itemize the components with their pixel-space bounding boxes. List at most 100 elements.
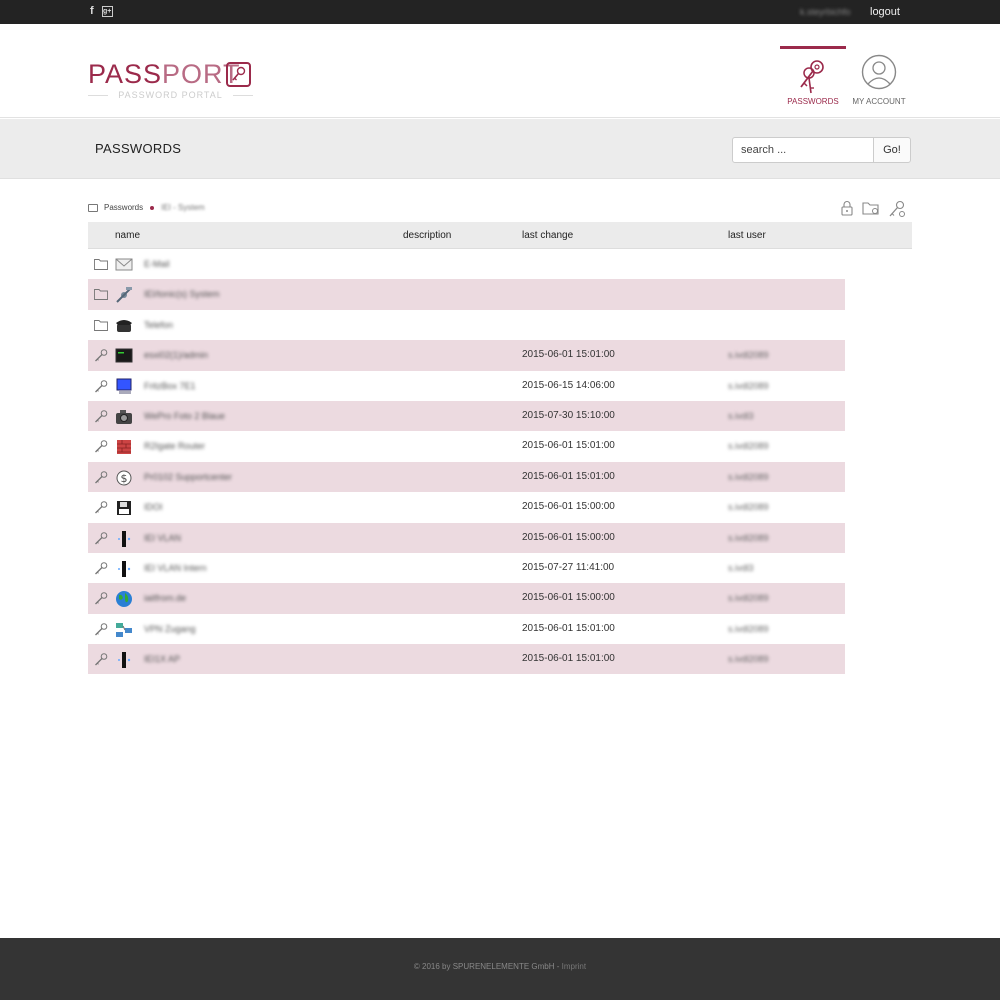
table-row[interactable]: VPN Zugang 2015-06-01 15:01:00 s.ivdl2089 (88, 613, 845, 645)
row-key-indicator (94, 410, 108, 426)
row-key-indicator (94, 592, 108, 608)
key-icon (95, 622, 108, 636)
folder-icon (94, 319, 108, 331)
table-row[interactable]: IEI/tonic(s) System (88, 279, 845, 310)
nav-my-account[interactable]: MY ACCOUNT (846, 46, 912, 118)
row-name[interactable]: IEI VLAN (144, 533, 181, 543)
table-row[interactable]: IDOI 2015-06-01 15:00:00 s.ivdl2089 (88, 492, 845, 523)
network-icon (114, 620, 134, 638)
row-key-indicator (94, 470, 108, 487)
top-bar: f g+ k.steyrbichfo logout (0, 0, 1000, 24)
logo-wordmark: PASSPORT (88, 59, 241, 89)
row-name[interactable]: esxi02(1)/admin (144, 350, 208, 360)
row-name[interactable]: IDOI (144, 502, 163, 512)
row-key-indicator (94, 501, 108, 517)
footer-copyright: © 2016 by SPURENELEMENTE GmbH - (413, 962, 562, 971)
row-name[interactable]: VPN Zugang (144, 624, 196, 634)
row-name[interactable]: IEI/tonic(s) System (144, 289, 220, 299)
imprint-link[interactable]: Imprint (562, 962, 586, 971)
row-key-indicator (94, 379, 108, 396)
breadcrumb-current: IEI - System (161, 203, 205, 212)
row-name[interactable]: WePro Foto 2 Blaue (144, 411, 225, 421)
row-last-change: 2015-06-01 15:01:00 (522, 440, 615, 452)
table-row[interactable]: FritzBox 7E1 2015-06-15 14:06:00 s.ivdl208… (88, 370, 845, 401)
table-row[interactable]: iaitfrom.de 2015-06-01 15:00:00 s.ivdl2089 (88, 583, 845, 614)
key-icon (95, 470, 108, 484)
server-icon (114, 559, 134, 577)
folder-icon (94, 259, 108, 270)
table-row[interactable]: IEI1X AP 2015-06-01 15:01:00 s.ivdl2089 (88, 644, 845, 675)
row-name[interactable]: iaitfrom.de (144, 593, 186, 603)
add-key-icon[interactable] (888, 200, 906, 218)
table-row[interactable]: Telefon (88, 309, 845, 341)
row-key-indicator (94, 531, 108, 548)
column-header-last-change[interactable]: last change (522, 230, 573, 241)
row-last-change: 2015-06-01 15:01:00 (522, 653, 615, 665)
row-last-user: s.ivdl2089 (728, 350, 769, 361)
row-name[interactable]: IEI1X AP (144, 654, 180, 664)
table-row[interactable]: esxi02(1)/admin 2015-06-01 15:01:00 s.ivdl… (88, 340, 845, 371)
row-last-user: s.ivdl2089 (728, 623, 769, 634)
table-row[interactable]: IEI VLAN 2015-06-01 15:00:00 s.ivdl2089 (88, 522, 845, 553)
column-header-name[interactable]: name (115, 230, 140, 241)
row-last-change: 2015-06-01 15:01:00 (522, 622, 615, 634)
footer-text: © 2016 by SPURENELEMENTE GmbH - Imprint (0, 962, 1000, 971)
table-row[interactable]: WePro Foto 2 Blaue 2015-07-30 15:10:00 s.i… (88, 400, 845, 432)
row-name[interactable]: FritzBox 7E1 (144, 381, 196, 391)
table-row[interactable]: E-Mail (88, 249, 845, 280)
nav-passwords-label: PASSWORDS (787, 97, 839, 106)
key-icon (95, 440, 108, 453)
breadcrumb-root[interactable]: Passwords (104, 203, 143, 212)
row-name[interactable]: IEI VLAN Intern (144, 563, 207, 573)
password-table-body: E-Mail IEI/tonic(s) System Telefon esxi02(1… (88, 249, 845, 675)
row-last-change: 2015-06-01 15:01:00 (522, 349, 615, 361)
server-icon (114, 529, 134, 547)
row-last-change: 2015-06-01 15:00:00 (522, 501, 615, 513)
key-icon (95, 531, 108, 544)
row-last-change: 2015-07-27 11:41:00 (522, 561, 615, 573)
column-header-description[interactable]: description (403, 230, 451, 241)
logo-subtitle: PASSWORD PORTAL (88, 90, 253, 100)
svg-text:$: $ (121, 472, 128, 485)
lock-icon[interactable] (840, 200, 854, 216)
row-last-change: 2015-07-30 15:10:00 (522, 409, 615, 421)
google-plus-icon[interactable]: g+ (101, 6, 113, 17)
firewall-icon (114, 437, 134, 455)
row-key-indicator (94, 562, 108, 578)
toolbar (840, 200, 906, 218)
search-go-button[interactable]: Go! (873, 137, 911, 163)
key-icon (95, 562, 108, 575)
row-name[interactable]: R2Igate Router (144, 441, 205, 451)
page-title-band: PASSWORDS Go! (0, 119, 1000, 179)
column-header-last-user[interactable]: last user (728, 230, 766, 241)
row-name[interactable]: Pr0102 Supportcenter (144, 472, 232, 482)
keys-icon (800, 60, 824, 94)
add-folder-icon[interactable] (862, 200, 880, 216)
row-key-indicator (94, 653, 108, 669)
table-row[interactable]: IEI VLAN Intern 2015-07-27 11:41:00 s.ivdl… (88, 552, 845, 584)
satellite-icon (114, 285, 134, 304)
table-header: name description last change last user (88, 222, 912, 249)
row-name[interactable]: E-Mail (144, 259, 170, 269)
row-key-indicator (94, 349, 108, 365)
site-footer: © 2016 by SPURENELEMENTE GmbH - Imprint (0, 938, 1000, 1000)
row-name[interactable]: Telefon (144, 320, 173, 330)
table-row[interactable]: $ Pr0102 Supportcenter 2015-06-01 15:01:00… (88, 461, 845, 493)
search-input[interactable] (732, 137, 874, 163)
folder-icon (94, 289, 108, 301)
page-title: PASSWORDS (95, 141, 182, 156)
user-icon (861, 54, 897, 90)
site-header: PASSPORT PASSWORD PORTAL PASSWORDS MY AC… (0, 24, 1000, 118)
key-icon (95, 592, 108, 605)
row-last-change: 2015-06-01 15:00:00 (522, 592, 615, 604)
server-icon (114, 650, 134, 669)
breadcrumb-separator (150, 205, 155, 210)
breadcrumb: Passwords IEI - System (88, 203, 205, 212)
table-row[interactable]: R2Igate Router 2015-06-01 15:01:00 s.ivdl2… (88, 431, 845, 462)
logout-link[interactable]: logout (870, 6, 900, 18)
passport-logo[interactable]: PASSPORT PASSWORD PORTAL (88, 59, 253, 100)
facebook-icon[interactable]: f (90, 5, 94, 18)
computer-icon (114, 377, 134, 395)
dollar-icon: $ (114, 468, 134, 486)
nav-passwords[interactable]: PASSWORDS (780, 46, 846, 118)
